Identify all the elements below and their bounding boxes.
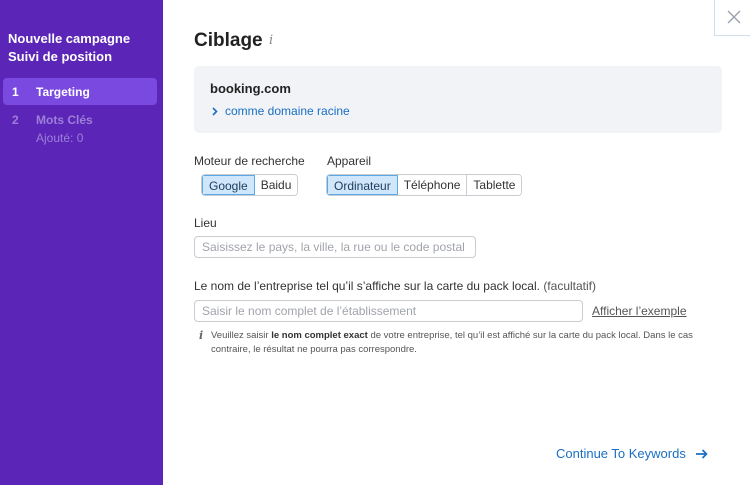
hint-bold: le nom complet exact bbox=[271, 330, 368, 341]
campaign-title: Nouvelle campagne Suivi de position bbox=[8, 30, 130, 66]
engine-option-baidu[interactable]: Baidu bbox=[254, 175, 298, 195]
info-icon[interactable]: i bbox=[269, 33, 273, 48]
business-name-input[interactable] bbox=[194, 300, 583, 322]
hint-prefix: Veuillez saisir bbox=[211, 330, 272, 341]
continue-label: Continue To Keywords bbox=[556, 446, 686, 461]
business-hint: Veuillez saisir le nom complet exact de … bbox=[211, 329, 721, 357]
engine-selector: Google Baidu bbox=[201, 174, 299, 196]
domain-box: booking.com comme domaine racine bbox=[194, 66, 722, 133]
domain-mode-link[interactable]: comme domaine racine bbox=[212, 104, 350, 118]
device-label: Appareil bbox=[327, 154, 372, 168]
domain-name: booking.com bbox=[210, 81, 291, 96]
chevron-right-icon bbox=[212, 106, 218, 116]
step-number: 1 bbox=[12, 85, 19, 99]
business-label-text: Le nom de l’entreprise tel qu’il s’affic… bbox=[194, 279, 540, 293]
business-label: Le nom de l’entreprise tel qu’il s’affic… bbox=[194, 279, 596, 293]
device-option-tablet[interactable]: Tablette bbox=[467, 175, 522, 195]
domain-mode-label: comme domaine racine bbox=[225, 104, 350, 118]
engine-label: Moteur de recherche bbox=[194, 154, 305, 168]
keywords-added-count: Ajouté: 0 bbox=[36, 131, 84, 145]
continue-to-keywords-button[interactable]: Continue To Keywords bbox=[556, 446, 708, 461]
campaign-title-line1: Nouvelle campagne bbox=[8, 31, 131, 46]
step-targeting[interactable]: 1 Targeting bbox=[3, 78, 157, 105]
step-keywords[interactable]: 2 Mots Clés Ajouté: 0 bbox=[3, 110, 157, 150]
step-label: Targeting bbox=[36, 85, 90, 99]
close-icon bbox=[727, 10, 741, 24]
info-icon: i bbox=[199, 329, 204, 342]
page-title: Ciblage bbox=[194, 30, 263, 51]
device-option-desktop[interactable]: Ordinateur bbox=[327, 175, 398, 195]
business-optional-tag: (facultatif) bbox=[543, 279, 596, 293]
location-input[interactable] bbox=[194, 236, 476, 258]
arrow-right-icon bbox=[695, 448, 708, 459]
step-label: Mots Clés bbox=[36, 113, 93, 127]
close-button[interactable] bbox=[714, 0, 750, 36]
show-example-link[interactable]: Afficher l’exemple bbox=[592, 304, 687, 318]
device-selector: Ordinateur Téléphone Tablette bbox=[326, 174, 523, 196]
campaign-title-line2: Suivi de position bbox=[8, 49, 113, 64]
engine-option-google[interactable]: Google bbox=[202, 175, 255, 195]
sidebar: Nouvelle campagne Suivi de position 1 Ta… bbox=[0, 0, 163, 485]
device-option-phone[interactable]: Téléphone bbox=[397, 175, 468, 195]
step-number: 2 bbox=[12, 113, 19, 127]
location-label: Lieu bbox=[194, 216, 217, 230]
